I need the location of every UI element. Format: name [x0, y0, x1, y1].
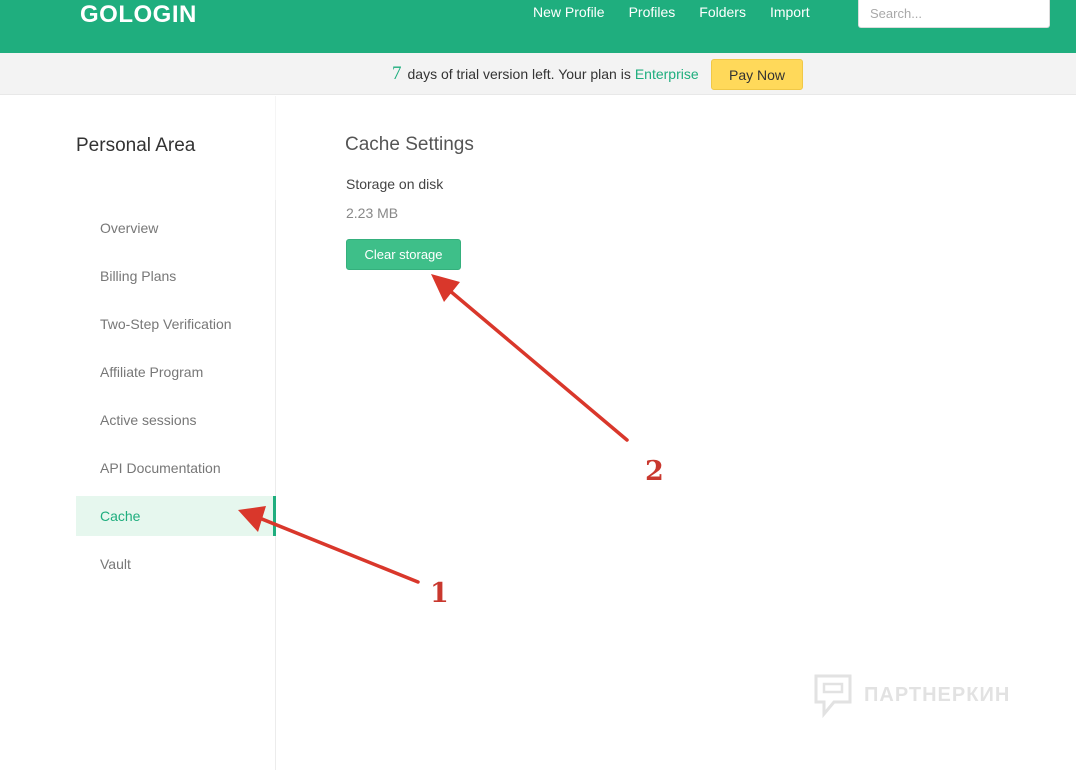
cache-settings-title: Cache Settings: [345, 134, 474, 155]
sidebar-item-affiliate-program[interactable]: Affiliate Program: [76, 348, 276, 396]
logo-text: GOLOGIN: [80, 1, 197, 28]
pay-now-button[interactable]: Pay Now: [711, 59, 803, 90]
plan-name: Enterprise: [634, 66, 699, 82]
watermark-text: ПАРТНЕРКИН: [864, 683, 1011, 706]
sidebar-menu: Overview Billing Plans Two-Step Verifica…: [76, 204, 276, 588]
nav-folders[interactable]: Folders: [699, 4, 746, 20]
trial-message: 7 days of trial version left. Your plan …: [392, 63, 699, 85]
arrow-to-cache: [250, 513, 420, 584]
nav-import[interactable]: Import: [770, 4, 810, 20]
sidebar-item-vault[interactable]: Vault: [76, 540, 276, 588]
annotation-number-1: 1: [430, 578, 449, 609]
clear-storage-button[interactable]: Clear storage: [346, 239, 461, 270]
trial-banner: 7 days of trial version left. Your plan …: [0, 53, 1076, 95]
annotation-number-2: 2: [645, 456, 664, 487]
sidebar-divider-top: [275, 96, 276, 200]
page: GOLOGIN New Profile Profiles Folders Imp…: [0, 0, 1076, 770]
trial-days-count: 7: [392, 63, 402, 84]
sidebar-item-cache[interactable]: Cache: [76, 496, 276, 536]
sidebar-item-active-sessions[interactable]: Active sessions: [76, 396, 276, 444]
storage-label: Storage on disk: [346, 176, 444, 192]
arrow-head-2: [431, 274, 460, 302]
top-navbar: GOLOGIN New Profile Profiles Folders Imp…: [0, 0, 1076, 53]
sidebar-item-billing-plans[interactable]: Billing Plans: [76, 252, 276, 300]
trial-text: days of trial version left. Your plan is: [407, 66, 631, 82]
sidebar-item-two-step-verification[interactable]: Two-Step Verification: [76, 300, 276, 348]
gologin-logo[interactable]: GOLOGIN: [80, 1, 197, 28]
nav-new-profile[interactable]: New Profile: [533, 4, 605, 20]
watermark: ПАРТНЕРКИН: [812, 672, 1010, 718]
sidebar-title: Personal Area: [76, 135, 196, 156]
main-nav: New Profile Profiles Folders Import: [533, 4, 810, 20]
sidebar-item-api-documentation[interactable]: API Documentation: [76, 444, 276, 492]
search-input[interactable]: [858, 0, 1050, 28]
arrow-to-clear-storage: [441, 283, 629, 442]
chat-bubble-icon: [814, 674, 852, 718]
storage-value: 2.23 MB: [346, 205, 399, 221]
nav-profiles[interactable]: Profiles: [629, 4, 676, 20]
sidebar-item-overview[interactable]: Overview: [76, 204, 276, 252]
